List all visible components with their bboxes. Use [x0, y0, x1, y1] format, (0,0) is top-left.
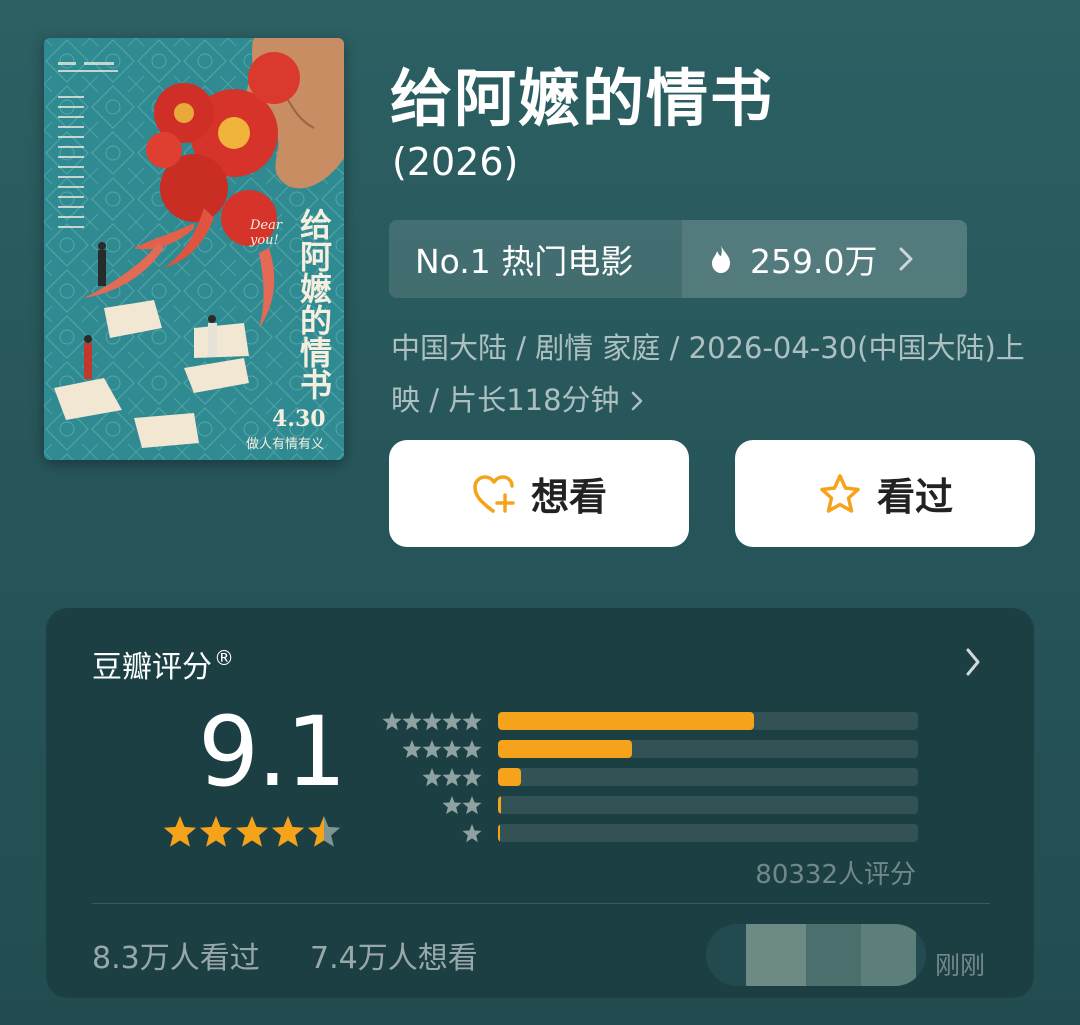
movie-meta[interactable]: 中国大陆 / 剧情 家庭 / 2026-04-30(中国大陆)上映 / 片长11…: [391, 322, 1051, 426]
raters-count: 80332人评分: [755, 860, 916, 890]
distribution-bar: [498, 824, 501, 842]
want-count[interactable]: 7.4万人想看: [310, 933, 478, 977]
want-label: 想看: [530, 475, 607, 519]
rating-star-icon: [307, 816, 341, 847]
distribution-bar: [498, 768, 522, 786]
distribution-stars-icon: [382, 712, 482, 731]
distribution-row: [376, 764, 918, 792]
rating-star-icon: [163, 816, 197, 847]
distribution-track: [498, 824, 918, 842]
distribution-row: [376, 708, 918, 736]
flame-icon: [712, 245, 730, 273]
divider: [92, 903, 990, 904]
distribution-track: [498, 740, 918, 758]
recent-users-avatars[interactable]: [706, 924, 926, 986]
poster-english-text: Dear you!: [250, 218, 283, 248]
small-star-icon: [442, 796, 462, 815]
star-outline-icon: [820, 473, 860, 513]
rating-star-icon: [271, 816, 305, 847]
chevron-right-icon[interactable]: [964, 646, 982, 678]
small-star-icon: [442, 768, 462, 787]
distribution-bar: [498, 740, 633, 758]
distribution-bar: [498, 712, 755, 730]
avatar: [806, 924, 861, 986]
hot-ranking-bar[interactable]: No.1 热门电影 259.0万: [389, 220, 967, 298]
updated-time: 刚刚: [935, 951, 986, 980]
small-star-icon: [422, 740, 442, 759]
rating-score: 9.1: [198, 696, 347, 808]
small-star-icon: [462, 824, 482, 843]
chevron-right-icon: [899, 247, 913, 271]
watched-button[interactable]: 看过: [735, 440, 1035, 547]
rating-star-icon: [235, 816, 269, 847]
rating-stars: [163, 816, 341, 847]
rating-card[interactable]: 豆瓣评分 ® 9.1 80332人评分 8.3万人看过 7.4万人想看 刚刚: [46, 608, 1034, 998]
small-star-icon: [442, 740, 462, 759]
small-star-icon: [402, 740, 422, 759]
distribution-stars-icon: [402, 740, 482, 759]
distribution-row: [376, 736, 918, 764]
distribution-row: [376, 792, 918, 820]
rating-distribution: [376, 708, 918, 848]
small-star-icon: [462, 796, 482, 815]
rating-star-icon: [199, 816, 233, 847]
rating-title: 豆瓣评分 ®: [92, 642, 234, 686]
want-to-watch-button[interactable]: 想看: [389, 440, 689, 547]
distribution-row: [376, 820, 918, 848]
small-star-icon: [382, 712, 402, 731]
hot-rank-label: No.1 热门电影: [415, 242, 634, 281]
small-star-icon: [402, 712, 422, 731]
poster-tagline: 做人有情有义: [246, 437, 325, 452]
small-star-icon: [462, 712, 482, 731]
registered-mark: ®: [214, 646, 234, 670]
small-star-icon: [422, 768, 442, 787]
avatar: [861, 924, 916, 986]
distribution-track: [498, 712, 918, 730]
hot-heat[interactable]: 259.0万: [682, 220, 967, 298]
small-star-icon: [442, 712, 462, 731]
meta-text: 中国大陆 / 剧情 家庭 / 2026-04-30(中国大陆)上映 / 片长11…: [391, 331, 1025, 417]
distribution-stars-icon: [462, 824, 482, 843]
rating-title-text: 豆瓣评分: [92, 650, 212, 685]
poster-title-text: 给阿嬷的情书: [295, 208, 333, 400]
seen-count[interactable]: 8.3万人看过: [92, 933, 260, 977]
small-star-icon: [462, 768, 482, 787]
distribution-stars-icon: [422, 768, 482, 787]
seen-label: 看过: [876, 475, 953, 519]
chevron-right-icon: [631, 391, 642, 411]
small-star-icon: [462, 740, 482, 759]
poster-release-text: 4.30: [272, 406, 326, 432]
distribution-stars-icon: [442, 796, 482, 815]
distribution-bar: [498, 796, 501, 814]
avatar: [746, 924, 806, 986]
small-star-icon: [422, 712, 442, 731]
distribution-track: [498, 768, 918, 786]
heart-plus-icon: [473, 474, 515, 513]
heat-value: 259.0万: [750, 242, 878, 281]
distribution-track: [498, 796, 918, 814]
movie-poster[interactable]: 给阿嬷的情书 Dear you! 4.30 做人有情有义: [44, 38, 344, 460]
movie-year: (2026): [392, 140, 519, 184]
movie-title: 给阿嬷的情书: [390, 62, 775, 135]
